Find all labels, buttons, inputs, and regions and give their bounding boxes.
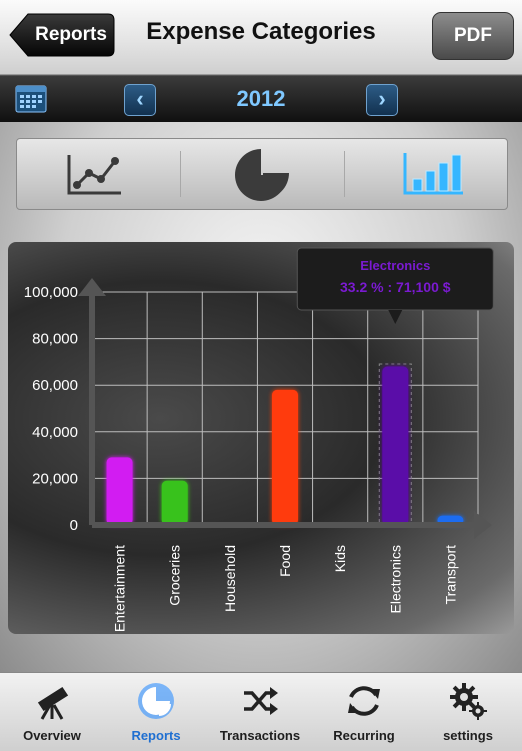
next-year-button[interactable]: › — [366, 84, 398, 116]
navigation-bar: Reports Expense Categories PDF — [0, 0, 522, 75]
y-tick-label: 40,000 — [32, 424, 78, 441]
x-tick-label: Electronics — [387, 545, 403, 613]
bar-chart-panel: 0 20,000 40,000 60,000 80,000 100,000 Entertai… — [8, 242, 514, 634]
reports-back-button[interactable]: Reports — [8, 12, 116, 58]
pie-chart-icon — [235, 149, 289, 201]
telescope-icon — [37, 686, 69, 720]
x-axis-arrow — [474, 511, 492, 539]
gears-icon — [450, 683, 487, 720]
tab-overview[interactable]: Overview — [0, 673, 104, 751]
report-content: 0 20,000 40,000 60,000 80,000 100,000 Entertai… — [0, 122, 522, 672]
tab-recurring[interactable]: Recurring — [312, 673, 416, 751]
y-tick-label: 100,000 — [24, 284, 78, 301]
pdf-button[interactable]: PDF — [432, 12, 514, 60]
page-title: Expense Categories — [146, 18, 376, 45]
shuffle-icon — [244, 687, 278, 715]
x-tick-label: Household — [222, 545, 238, 612]
previous-year-button[interactable]: ‹ — [124, 84, 156, 116]
x-tick-label: Groceries — [167, 545, 183, 606]
bar-entertainment — [106, 457, 133, 525]
tab-recurring-label: Recurring — [333, 728, 395, 743]
tab-transactions-label: Transactions — [219, 728, 301, 743]
x-tick-label: Food — [277, 545, 293, 577]
bar-food — [272, 389, 298, 525]
expense-bar-chart: 0 20,000 40,000 60,000 80,000 100,000 Entertai… — [24, 247, 494, 632]
bar-groceries — [161, 480, 188, 525]
bar-chart-mode-button[interactable] — [345, 139, 508, 209]
year-selector-bar: ‹ 2012 › — [0, 75, 522, 122]
y-tick-label: 80,000 — [32, 331, 78, 348]
line-chart-mode-button[interactable] — [17, 139, 180, 209]
tab-reports-label: Reports — [131, 728, 181, 743]
bar-chart-icon — [403, 153, 463, 195]
x-tick-label: Transport — [442, 545, 458, 605]
line-chart-icon — [67, 155, 121, 195]
tooltip-title: Electronics — [360, 258, 430, 273]
chevron-right-icon: › — [378, 86, 386, 111]
tab-settings-label: settings — [443, 728, 493, 743]
tooltip-pointer — [388, 310, 403, 324]
year-label: 2012 — [236, 86, 286, 111]
pie-chart-mode-button[interactable] — [181, 139, 344, 209]
bar-electronics — [382, 366, 409, 525]
tab-transactions[interactable]: Transactions — [208, 673, 312, 751]
chart-type-selector — [16, 138, 508, 210]
x-tick-label: Kids — [332, 545, 348, 572]
y-tick-label: 0 — [70, 517, 78, 534]
calendar-icon[interactable] — [15, 82, 47, 114]
tab-bar: Overview Reports Transactions Recurring — [0, 672, 522, 751]
tooltip-value: 33.2 % : 71,100 $ — [340, 279, 451, 295]
y-tick-label: 20,000 — [32, 470, 78, 487]
tab-settings[interactable]: settings — [416, 673, 520, 751]
tab-overview-label: Overview — [23, 728, 81, 743]
refresh-icon — [348, 686, 380, 716]
reports-pie-icon — [138, 683, 174, 719]
tab-reports[interactable]: Reports — [104, 673, 208, 751]
y-axis-arrow — [78, 278, 106, 296]
chevron-left-icon: ‹ — [136, 86, 144, 111]
x-tick-label: Entertainment — [112, 545, 128, 632]
back-button-label: Reports — [35, 24, 107, 45]
y-tick-label: 60,000 — [32, 377, 78, 394]
